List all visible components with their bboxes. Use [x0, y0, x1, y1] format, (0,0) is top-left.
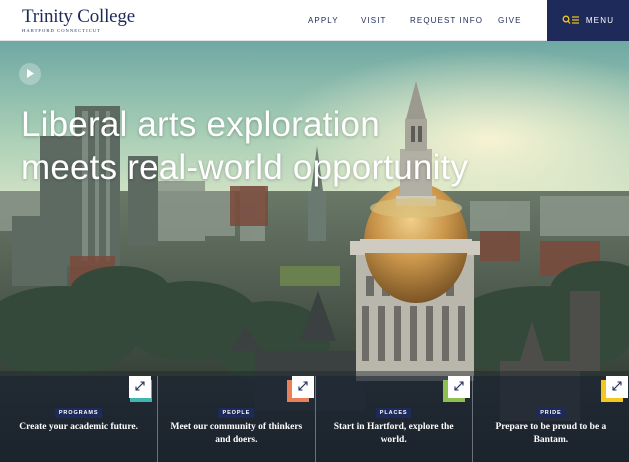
trinity-logo[interactable]: Trinity College HARTFORD CONNECTICUT: [22, 7, 135, 34]
expand-icon: [135, 378, 145, 396]
card-programs-tag: PROGRAMS: [54, 408, 103, 418]
video-play-button[interactable]: [19, 63, 41, 85]
card-places[interactable]: PLACES Start in Hartford, explore the wo…: [314, 376, 472, 462]
feature-cards: PROGRAMS Create your academic future. PE…: [0, 376, 629, 462]
hero-headline-line-1: Liberal arts exploration: [21, 105, 380, 144]
card-places-tag: PLACES: [375, 408, 412, 418]
hero-headline: Liberal arts exploration meets real-worl…: [21, 103, 468, 189]
card-pride[interactable]: PRIDE Prepare to be proud to be a Bantam…: [471, 376, 629, 462]
card-programs-expand-button[interactable]: [129, 376, 151, 398]
card-places-expand-button[interactable]: [447, 376, 470, 398]
card-people-expand-button[interactable]: [292, 376, 315, 398]
expand-icon: [453, 378, 464, 396]
hero-headline-line-2: meets real-world opportunity: [21, 148, 469, 187]
card-programs[interactable]: PROGRAMS Create your academic future.: [0, 376, 157, 462]
card-people-tag: PEOPLE: [218, 408, 255, 418]
card-pride-expand-button[interactable]: [605, 376, 628, 398]
card-people[interactable]: PEOPLE Meet our community of thinkers an…: [157, 376, 315, 462]
expand-icon: [612, 378, 622, 396]
nav-visit-link[interactable]: VISIT: [361, 16, 387, 25]
menu-button[interactable]: MENU: [547, 0, 629, 41]
nav-give-link[interactable]: GIVE: [498, 16, 522, 25]
logo-subtitle: HARTFORD CONNECTICUT: [22, 28, 102, 33]
card-programs-caption: Create your academic future.: [19, 422, 138, 432]
menu-label: MENU: [585, 16, 615, 25]
card-pride-caption: Prepare to be proud to be a Bantam.: [495, 422, 607, 445]
nav-apply-link[interactable]: APPLY: [308, 16, 339, 25]
expand-icon: [298, 378, 308, 396]
nav-request-info-link[interactable]: REQUEST INFO: [410, 16, 483, 25]
card-pride-tag: PRIDE: [536, 408, 566, 418]
site-header: Trinity College HARTFORD CONNECTICUT APP…: [0, 0, 629, 41]
play-icon: [26, 65, 34, 83]
card-people-caption: Meet our community of thinkers and doers…: [170, 422, 303, 445]
search-menu-icon: [562, 12, 580, 30]
card-places-caption: Start in Hartford, explore the world.: [333, 422, 454, 445]
logo-wordmark: Trinity College: [22, 6, 135, 27]
